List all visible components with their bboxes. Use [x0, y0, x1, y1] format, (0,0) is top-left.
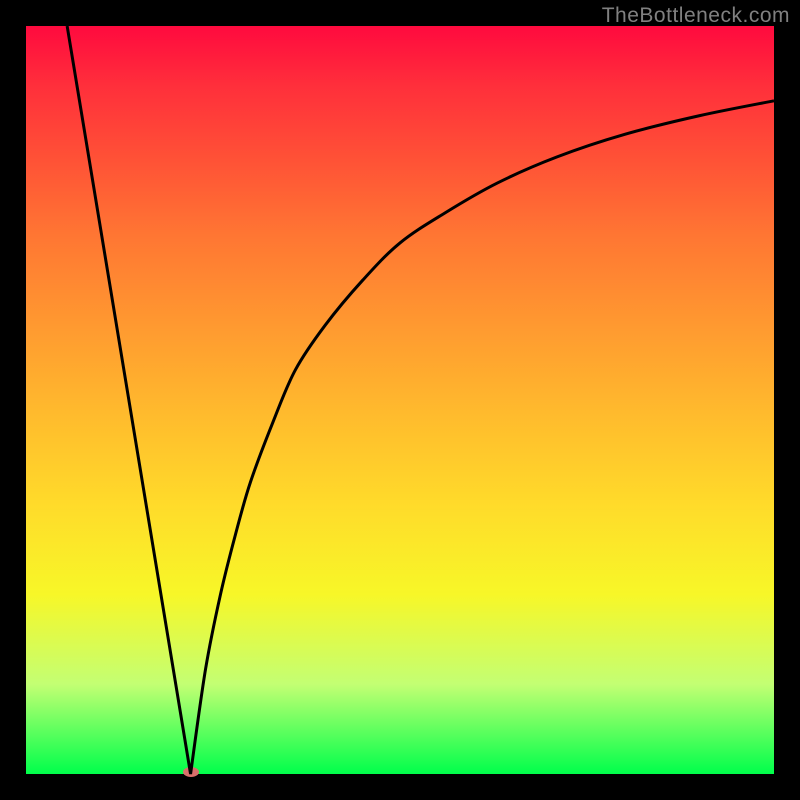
watermark-text: TheBottleneck.com — [602, 4, 790, 28]
bottleneck-curve — [26, 26, 774, 774]
chart-plot-area — [26, 26, 774, 774]
curve-path — [67, 26, 774, 774]
